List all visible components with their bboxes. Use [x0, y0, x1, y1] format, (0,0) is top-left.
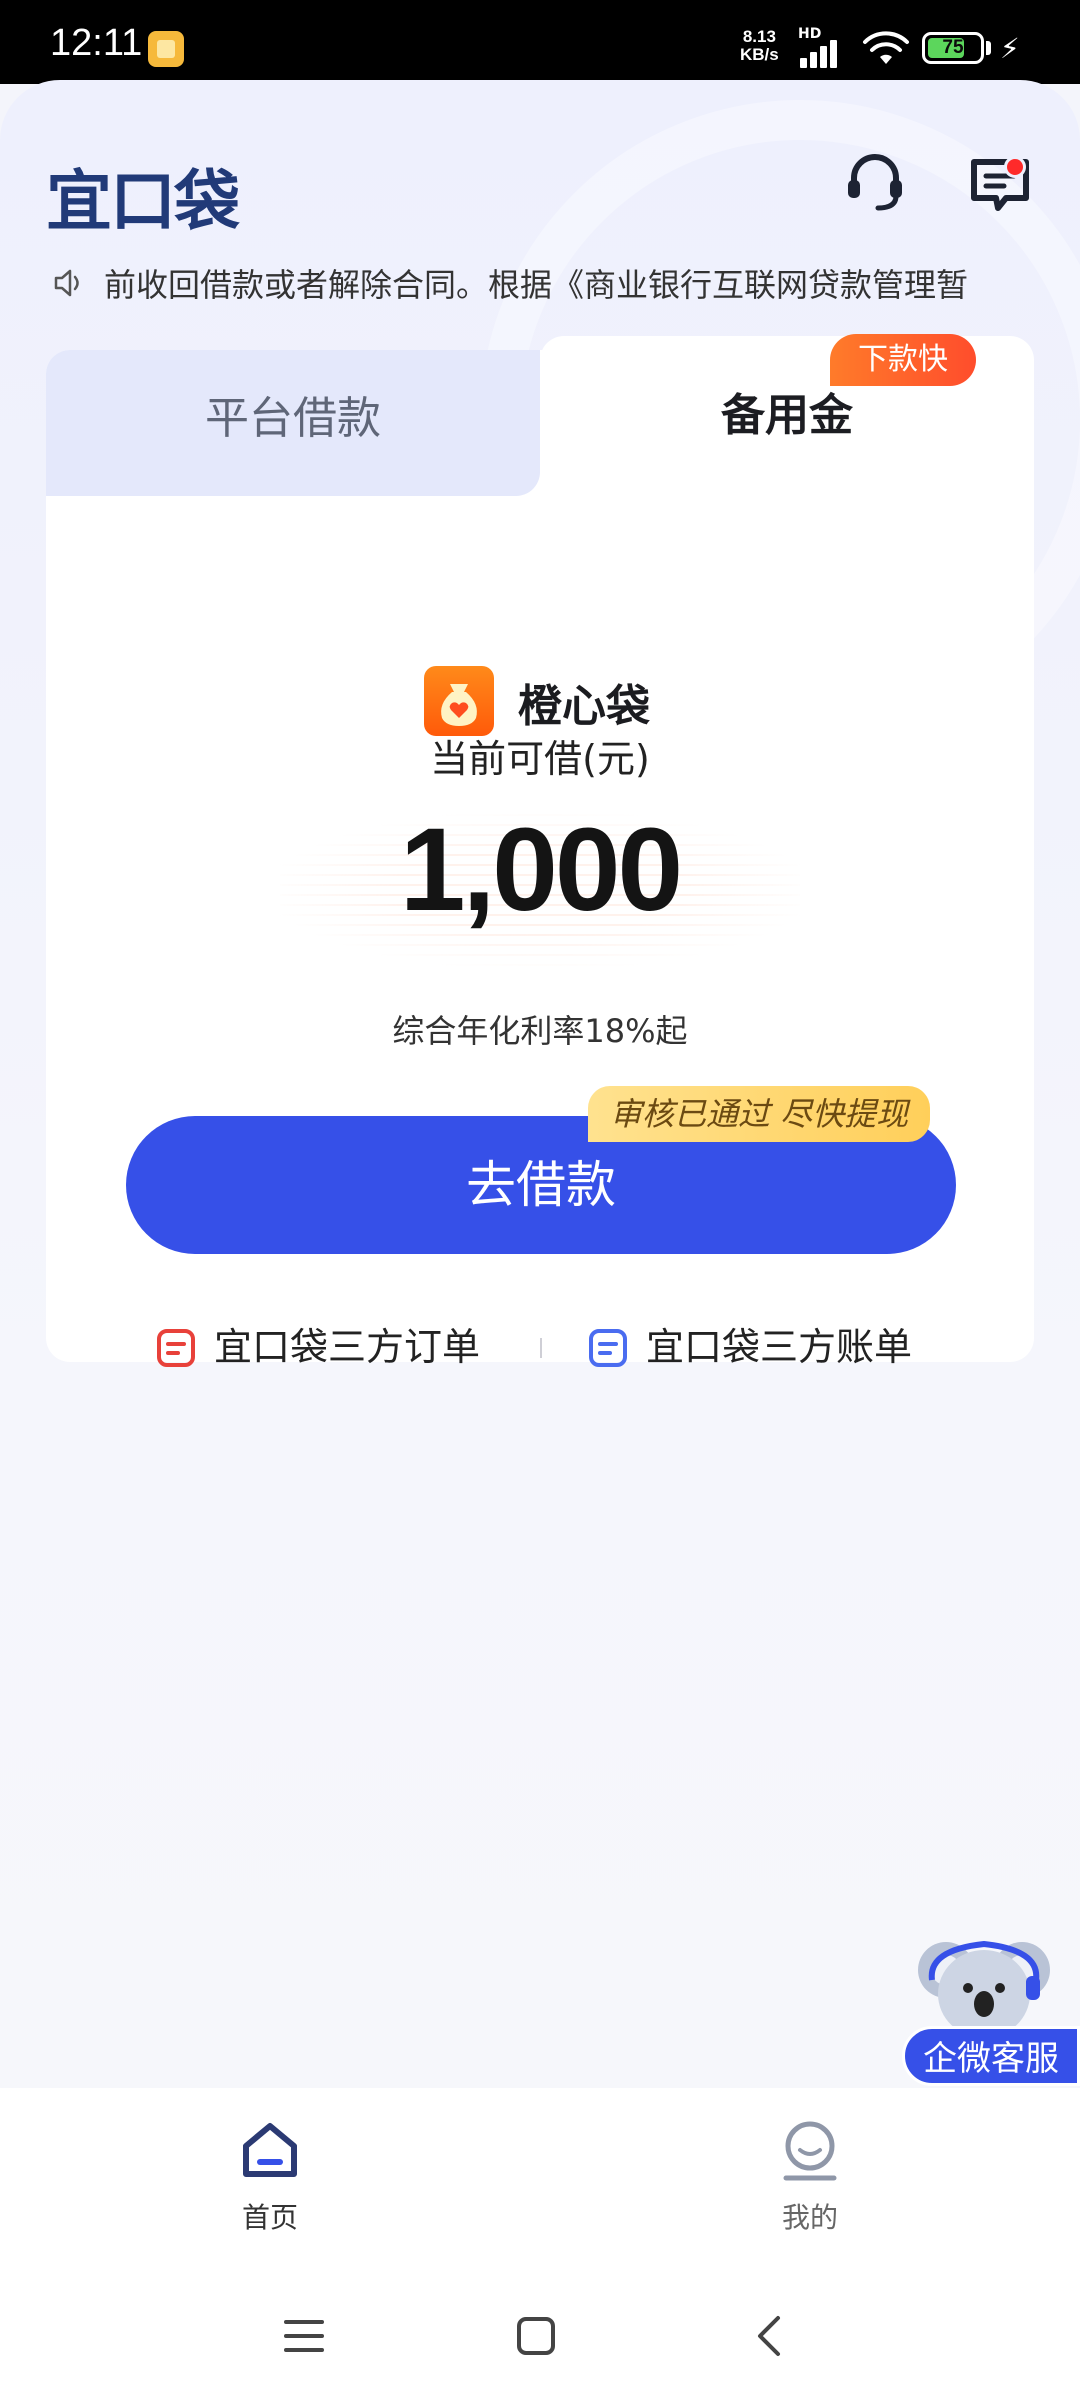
app-logo: 宜口袋 — [46, 163, 240, 240]
available-amount: 1,000 — [399, 804, 683, 936]
bottom-nav: 首页 我的 — [0, 2088, 1080, 2268]
network-speed-value: 8.13 — [742, 27, 776, 46]
home-square-icon[interactable] — [514, 2314, 558, 2358]
customer-service-button[interactable]: 企微客服 — [902, 2026, 1080, 2086]
home-icon — [243, 2123, 297, 2177]
bill-icon — [589, 1329, 627, 1367]
menu-icon[interactable] — [282, 2314, 326, 2358]
order-icon — [157, 1329, 195, 1367]
nav-home[interactable]: 首页 — [170, 2118, 370, 2236]
nav-home-label: 首页 — [241, 2201, 298, 2234]
status-time: 12:11 — [50, 22, 143, 64]
network-speed-unit: KB/s — [740, 45, 779, 64]
headset-icon[interactable] — [842, 148, 908, 214]
approved-tag: 审核已通过 尽快提现 — [588, 1086, 931, 1142]
interest-rate: 综合年化利率18%起 — [392, 1012, 688, 1050]
bills-link-label: 宜口袋三方账单 — [646, 1325, 913, 1369]
system-navigation-bar — [0, 2268, 1080, 2400]
battery-icon: 75 — [922, 32, 984, 64]
tab-platform-loan[interactable]: 平台借款 — [46, 350, 540, 496]
unread-dot — [1004, 156, 1026, 178]
speaker-icon — [54, 269, 79, 297]
battery-tip — [986, 41, 991, 55]
fast-payout-badge: 下款快 — [830, 334, 976, 386]
network-speed: 8.13 KB/s — [740, 28, 779, 64]
charging-icon: ⚡ — [1000, 32, 1020, 65]
money-bag-icon — [424, 666, 494, 736]
product-name: 橙心袋 — [518, 681, 650, 732]
notice-text: 前收回借款或者解除合同。根据《商业银行互联网贷款管理暂 — [104, 266, 969, 304]
app-content: 宜口袋 前收回借款或者解除合同。根据《商业银行互联网贷款管理暂 平台借款 备用金… — [0, 80, 1080, 2088]
gallery-notification-icon — [148, 31, 184, 67]
notice-bar[interactable]: 前收回借款或者解除合同。根据《商业银行互联网贷款管理暂 — [52, 258, 1032, 308]
amount-label: 当前可借(元) — [430, 737, 650, 781]
link-divider — [540, 1338, 542, 1358]
status-bar: 12:11 8.13 KB/s HD 75 ⚡ — [0, 0, 1080, 84]
nav-mine[interactable]: 我的 — [710, 2118, 910, 2236]
back-icon[interactable] — [748, 2314, 792, 2358]
signal-icon — [800, 38, 846, 68]
orders-link-label: 宜口袋三方订单 — [214, 1325, 481, 1369]
wifi-icon — [863, 31, 909, 64]
loan-card: 平台借款 备用金 下款快 橙心袋 当前可借(元) 1,000 综合年化利率18%… — [46, 334, 1034, 1369]
nav-mine-label: 我的 — [781, 2201, 838, 2234]
profile-icon — [783, 2121, 837, 2181]
battery-percent: 75 — [942, 37, 964, 58]
